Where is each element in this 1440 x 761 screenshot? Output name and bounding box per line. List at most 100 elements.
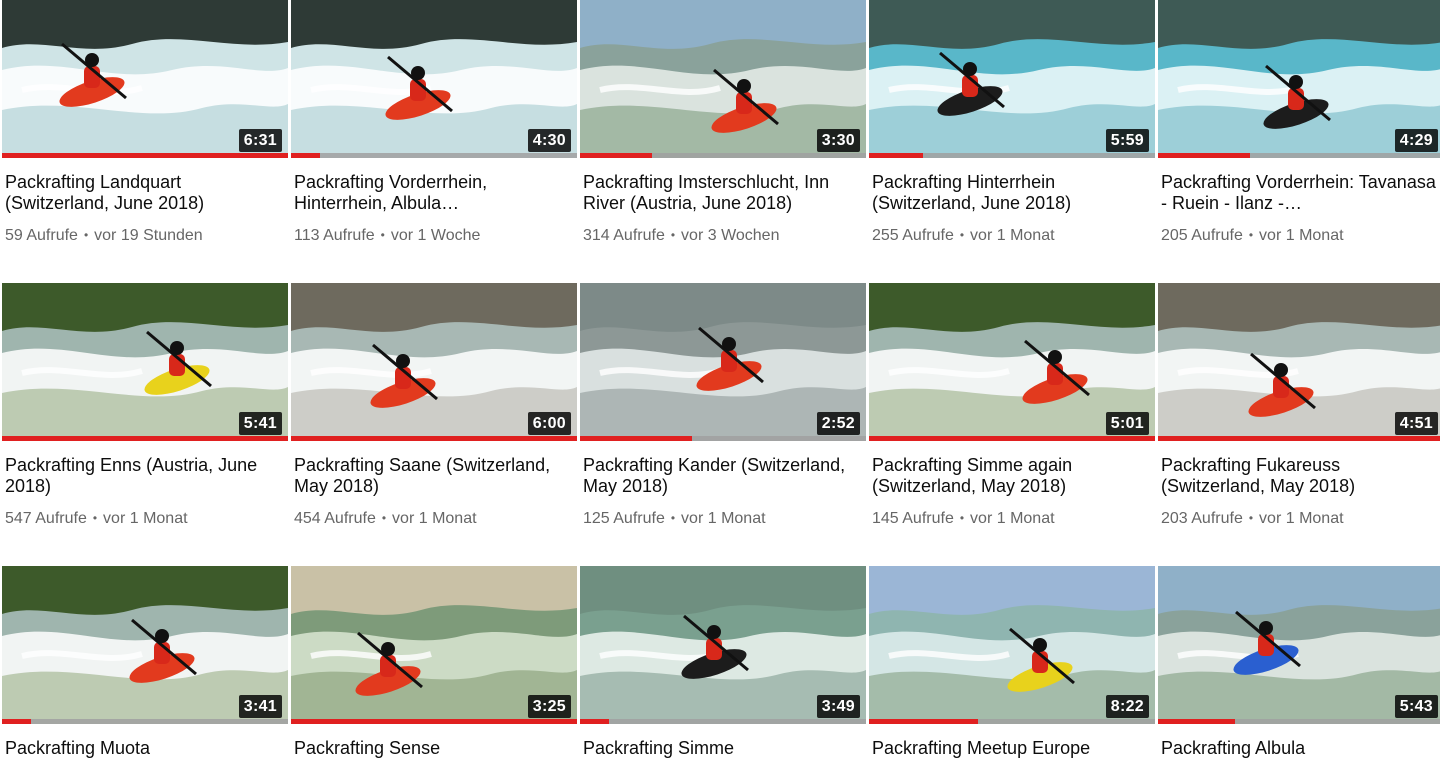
video-thumbnail[interactable]: 4:51 (1158, 283, 1440, 441)
separator-dot: • (959, 511, 965, 525)
video-duration: 5:43 (1394, 695, 1438, 718)
video-title[interactable]: Packrafting Vorderrhein: Tavanasa - Ruei… (1161, 172, 1440, 214)
video-title[interactable]: Packrafting Fukareuss (Switzerland, May … (1161, 455, 1440, 497)
separator-dot: • (92, 511, 98, 525)
video-duration: 4:51 (1394, 412, 1438, 435)
video-duration: 3:30 (816, 129, 860, 152)
upload-age: vor 1 Monat (970, 510, 1055, 527)
video-metadata: 255 Aufrufe • vor 1 Monat (872, 226, 1155, 246)
video-duration: 3:41 (238, 695, 282, 718)
watch-progress-fill (291, 153, 320, 158)
video-thumbnail[interactable]: 8:22 (869, 566, 1155, 724)
video-duration: 6:00 (527, 412, 571, 435)
video-duration: 6:31 (238, 129, 282, 152)
video-thumbnail[interactable]: 6:00 (291, 283, 577, 441)
video-grid: 6:31 Packrafting Landquart (Switzerland, … (0, 0, 1440, 761)
watch-progress-fill (2, 153, 288, 158)
video-duration: 4:29 (1394, 129, 1438, 152)
video-thumbnail[interactable]: 6:31 (2, 0, 288, 158)
watch-progress-fill (580, 436, 692, 441)
video-metadata: 454 Aufrufe • vor 1 Monat (294, 509, 577, 529)
watch-progress-bar (291, 436, 577, 441)
video-title[interactable]: Packrafting Hinterrhein (Switzerland, Ju… (872, 172, 1155, 214)
video-card[interactable]: 4:51 Packrafting Fukareuss (Switzerland, … (1158, 283, 1440, 529)
video-card[interactable]: 2:52 Packrafting Kander (Switzerland, May… (580, 283, 866, 529)
video-card[interactable]: 3:30 Packrafting Imsterschlucht, Inn Rive… (580, 0, 866, 246)
video-duration: 4:30 (527, 129, 571, 152)
video-thumbnail[interactable]: 3:25 (291, 566, 577, 724)
watch-progress-bar (2, 719, 288, 724)
video-thumbnail[interactable]: 5:43 (1158, 566, 1440, 724)
watch-progress-fill (869, 436, 1155, 441)
upload-age: vor 1 Monat (1259, 227, 1344, 244)
video-card[interactable]: 6:00 Packrafting Saane (Switzerland, May … (291, 283, 577, 529)
separator-dot: • (83, 228, 89, 242)
video-duration: 5:41 (238, 412, 282, 435)
upload-age: vor 1 Monat (970, 227, 1055, 244)
video-card[interactable]: 8:22 Packrafting Meetup Europe (869, 566, 1155, 759)
upload-age: vor 3 Wochen (681, 227, 780, 244)
video-title[interactable]: Packrafting Simme (583, 738, 866, 759)
video-title[interactable]: Packrafting Meetup Europe (872, 738, 1155, 759)
video-card[interactable]: 5:43 Packrafting Albula (1158, 566, 1440, 759)
separator-dot: • (380, 228, 385, 242)
upload-age: vor 19 Stunden (94, 227, 203, 244)
video-card[interactable]: 4:30 Packrafting Vorderrhein, Hinterrhein… (291, 0, 577, 246)
video-title[interactable]: Packrafting Saane (Switzerland, May 2018… (294, 455, 577, 497)
video-duration: 3:49 (816, 695, 860, 718)
video-title[interactable]: Packrafting Landquart (Switzerland, June… (5, 172, 288, 214)
video-title[interactable]: Packrafting Muota (5, 738, 288, 759)
video-card[interactable]: 5:01 Packrafting Simme again (Switzerland… (869, 283, 1155, 529)
video-card[interactable]: 3:41 Packrafting Muota (2, 566, 288, 759)
video-thumbnail[interactable]: 3:41 (2, 566, 288, 724)
video-metadata: 205 Aufrufe • vor 1 Monat (1161, 226, 1440, 246)
watch-progress-bar (2, 436, 288, 441)
video-metadata: 547 Aufrufe • vor 1 Monat (5, 509, 288, 529)
watch-progress-bar (580, 719, 866, 724)
watch-progress-bar (1158, 153, 1440, 158)
video-metadata: 59 Aufrufe • vor 19 Stunden (5, 226, 288, 246)
video-title[interactable]: Packrafting Imsterschlucht, Inn River (A… (583, 172, 866, 214)
video-card[interactable]: 4:29 Packrafting Vorderrhein: Tavanasa - … (1158, 0, 1440, 246)
video-duration: 5:01 (1105, 412, 1149, 435)
video-thumbnail[interactable]: 5:01 (869, 283, 1155, 441)
video-duration: 3:25 (527, 695, 571, 718)
video-thumbnail[interactable]: 4:29 (1158, 0, 1440, 158)
video-thumbnail[interactable]: 4:30 (291, 0, 577, 158)
watch-progress-bar (291, 153, 577, 158)
video-thumbnail[interactable]: 5:41 (2, 283, 288, 441)
video-title[interactable]: Packrafting Albula (1161, 738, 1440, 759)
video-card[interactable]: 6:31 Packrafting Landquart (Switzerland, … (2, 0, 288, 246)
video-title[interactable]: Packrafting Vorderrhein, Hinterrhein, Al… (294, 172, 577, 214)
video-thumbnail[interactable]: 5:59 (869, 0, 1155, 158)
video-title[interactable]: Packrafting Simme again (Switzerland, Ma… (872, 455, 1155, 497)
video-card[interactable]: 3:25 Packrafting Sense (291, 566, 577, 759)
video-thumbnail[interactable]: 3:49 (580, 566, 866, 724)
video-card[interactable]: 3:49 Packrafting Simme (580, 566, 866, 759)
video-thumbnail[interactable]: 3:30 (580, 0, 866, 158)
watch-progress-fill (869, 719, 978, 724)
video-card[interactable]: 5:41 Packrafting Enns (Austria, June 2018… (2, 283, 288, 529)
watch-progress-fill (291, 436, 577, 441)
view-count: 205 Aufrufe (1161, 227, 1243, 244)
video-title[interactable]: Packrafting Kander (Switzerland, May 201… (583, 455, 866, 497)
video-duration: 2:52 (816, 412, 860, 435)
separator-dot: • (381, 511, 387, 525)
video-title[interactable]: Packrafting Sense (294, 738, 577, 759)
watch-progress-bar (869, 719, 1155, 724)
separator-dot: • (670, 511, 676, 525)
view-count: 255 Aufrufe (872, 227, 954, 244)
video-card[interactable]: 5:59 Packrafting Hinterrhein (Switzerland… (869, 0, 1155, 246)
video-duration: 8:22 (1105, 695, 1149, 718)
watch-progress-fill (1158, 153, 1250, 158)
watch-progress-bar (2, 153, 288, 158)
upload-age: vor 1 Woche (390, 227, 481, 244)
video-thumbnail[interactable]: 2:52 (580, 283, 866, 441)
watch-progress-bar (580, 436, 866, 441)
video-metadata: 113 Aufrufe • vor 1 Woche (294, 226, 577, 246)
watch-progress-bar (1158, 719, 1440, 724)
view-count: 314 Aufrufe (583, 227, 665, 244)
upload-age: vor 1 Monat (1259, 510, 1344, 527)
view-count: 125 Aufrufe (583, 510, 665, 527)
video-title[interactable]: Packrafting Enns (Austria, June 2018) (5, 455, 288, 497)
